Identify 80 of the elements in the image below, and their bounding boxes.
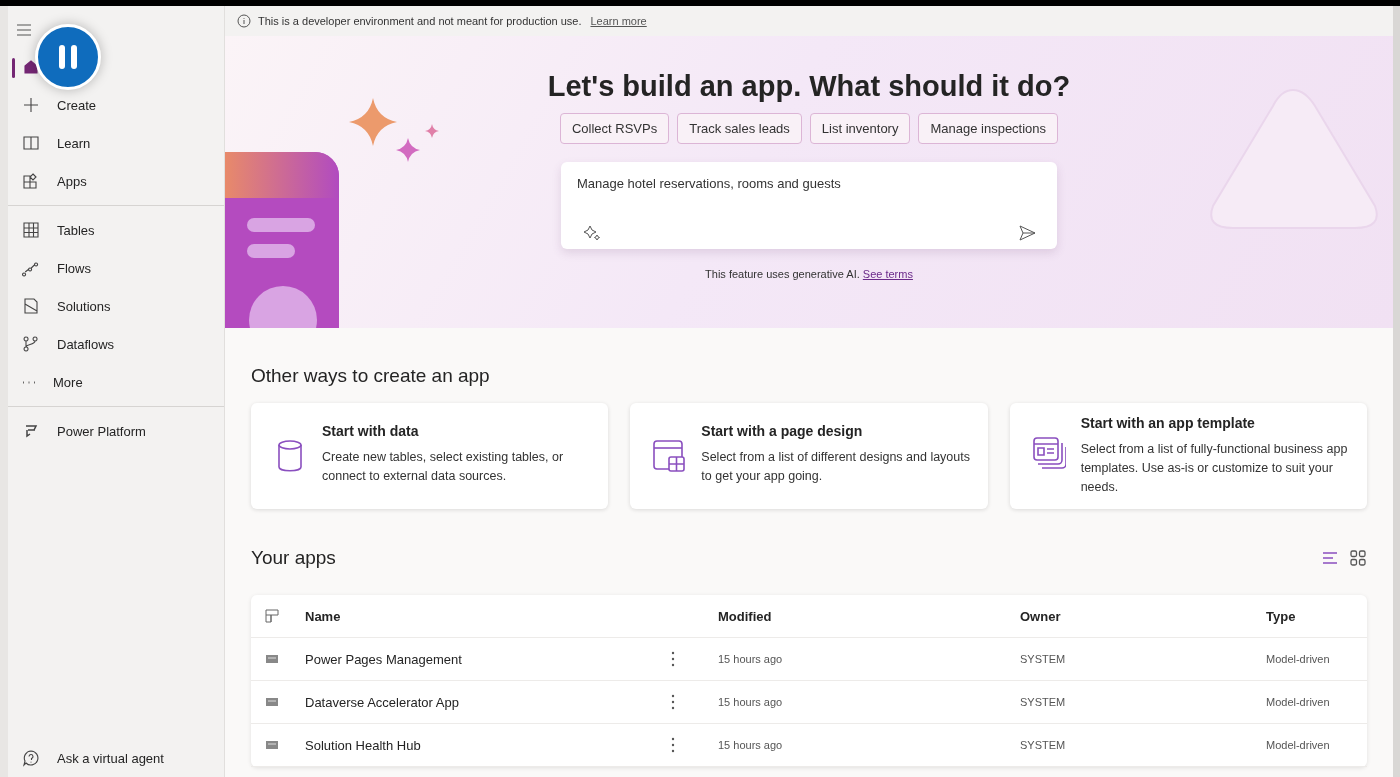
notice-text: This is a developer environment and not meant for production use. xyxy=(258,15,582,27)
virtual-agent-link[interactable]: Ask a virtual agent xyxy=(8,739,224,777)
nav-label: Solutions xyxy=(57,298,111,314)
table-cell-text: SYSTEM xyxy=(1020,696,1067,708)
disclaimer-text: This feature uses generative AI. See terms xyxy=(705,268,913,280)
more-options-icon[interactable] xyxy=(671,694,675,710)
card-description: Create new tables, select existing tables, or connect to external data sources. xyxy=(322,449,565,485)
pause-icon xyxy=(56,44,80,70)
card-description: Select from a list of different designs and layouts to get your app going. xyxy=(701,449,971,485)
nav-item[interactable]: Power Platform xyxy=(8,412,224,450)
card-title: Start with data xyxy=(322,423,420,439)
column-options-icon[interactable] xyxy=(265,609,279,623)
prompt-input[interactable]: Manage hotel reservations, rooms and guests xyxy=(561,162,1057,249)
apps-icon xyxy=(22,172,40,190)
home-icon xyxy=(22,58,40,76)
suggestion-chip[interactable]: Manage inspections xyxy=(918,113,1059,144)
page-layout-icon xyxy=(652,437,687,475)
plus-icon xyxy=(22,96,40,114)
nav-item[interactable]: Learn xyxy=(8,124,224,162)
create-option-card[interactable]: Start with an app template Select from a list of fully-functional business app templates. Use as-is or customize to suit your needs. xyxy=(1009,403,1367,509)
column-header[interactable]: Modified xyxy=(718,608,1020,624)
nav-label: Create xyxy=(57,97,97,113)
suggestion-chip[interactable]: Track sales leads xyxy=(677,113,802,144)
help-icon xyxy=(22,749,40,767)
sparkle-icon xyxy=(583,224,601,242)
app-icon xyxy=(265,739,279,751)
table-cell-text: SYSTEM xyxy=(1020,739,1067,751)
more-options-icon[interactable] xyxy=(671,651,675,667)
info-icon xyxy=(237,14,251,28)
list-view-icon[interactable] xyxy=(1321,549,1339,567)
table-cell-text: Model-driven xyxy=(1266,739,1331,751)
create-option-card[interactable]: Start with a page design Select from a list of different designs and layouts to get your app going. xyxy=(630,403,988,509)
nav-label: Flows xyxy=(57,260,91,276)
nav-item[interactable]: More xyxy=(8,363,224,401)
branch-icon xyxy=(22,335,40,353)
flow-icon xyxy=(22,259,40,277)
app-name[interactable]: Solution Health Hub xyxy=(305,737,671,753)
app-icon xyxy=(265,696,279,708)
table-cell-text: Model-driven xyxy=(1266,696,1331,708)
nav-label: Learn xyxy=(57,135,91,151)
column-header[interactable]: Name xyxy=(305,608,671,624)
nav-label: More xyxy=(53,374,83,390)
app-icon xyxy=(265,653,279,665)
section-title: Your apps xyxy=(251,547,336,569)
nav-label: Tables xyxy=(57,222,95,238)
suggestion-chip[interactable]: Collect RSVPs xyxy=(559,113,670,144)
table-cell-text: SYSTEM xyxy=(1020,653,1067,665)
column-header[interactable]: Owner xyxy=(1020,608,1266,624)
nav-label: Ask a virtual agent xyxy=(57,750,164,766)
document-icon xyxy=(22,297,40,315)
nav-label: Dataflows xyxy=(57,336,115,352)
grid-view-icon[interactable] xyxy=(1349,549,1367,567)
table-cell-text: 15 hours ago xyxy=(718,696,784,708)
card-description: Select from a list of fully-functional business app templates. Use as-is or customize to suit your needs. xyxy=(1080,441,1349,496)
see-terms-link[interactable]: See terms xyxy=(862,268,913,280)
learn-more-link[interactable]: Learn more xyxy=(590,15,647,27)
hero-title: Let's build an app. What should it do? xyxy=(547,70,1071,103)
nav-label: Apps xyxy=(57,173,87,189)
column-header[interactable]: Type xyxy=(1266,608,1367,624)
nav-item[interactable]: Flows xyxy=(8,249,224,287)
table-cell-text: 15 hours ago xyxy=(718,739,784,751)
card-title: Start with an app template xyxy=(1080,415,1256,431)
book-icon xyxy=(22,134,40,152)
create-option-card[interactable]: Start with data Create new tables, select existing tables, or connect to external data sources. xyxy=(251,403,609,509)
suggestion-chip[interactable]: List inventory xyxy=(809,113,911,144)
table-icon xyxy=(22,221,40,239)
nav-item[interactable]: Tables xyxy=(8,211,224,249)
app-name[interactable]: Power Pages Management xyxy=(305,651,671,667)
nav-item[interactable]: Solutions xyxy=(8,287,224,325)
app-name[interactable]: Dataverse Accelerator App xyxy=(305,694,671,710)
more-options-icon[interactable] xyxy=(671,737,675,753)
nav-item[interactable]: Apps xyxy=(8,162,224,200)
table-cell-text: Model-driven xyxy=(1266,653,1331,665)
section-title: Other ways to create an app xyxy=(251,365,491,387)
send-icon[interactable] xyxy=(1017,223,1037,243)
nav-label: Power Platform xyxy=(57,423,146,439)
table-cell-text: 15 hours ago xyxy=(718,653,784,665)
nav-item[interactable]: Create xyxy=(8,86,224,124)
card-title: Start with a page design xyxy=(701,423,864,439)
nav-item[interactable]: Dataflows xyxy=(8,325,224,363)
